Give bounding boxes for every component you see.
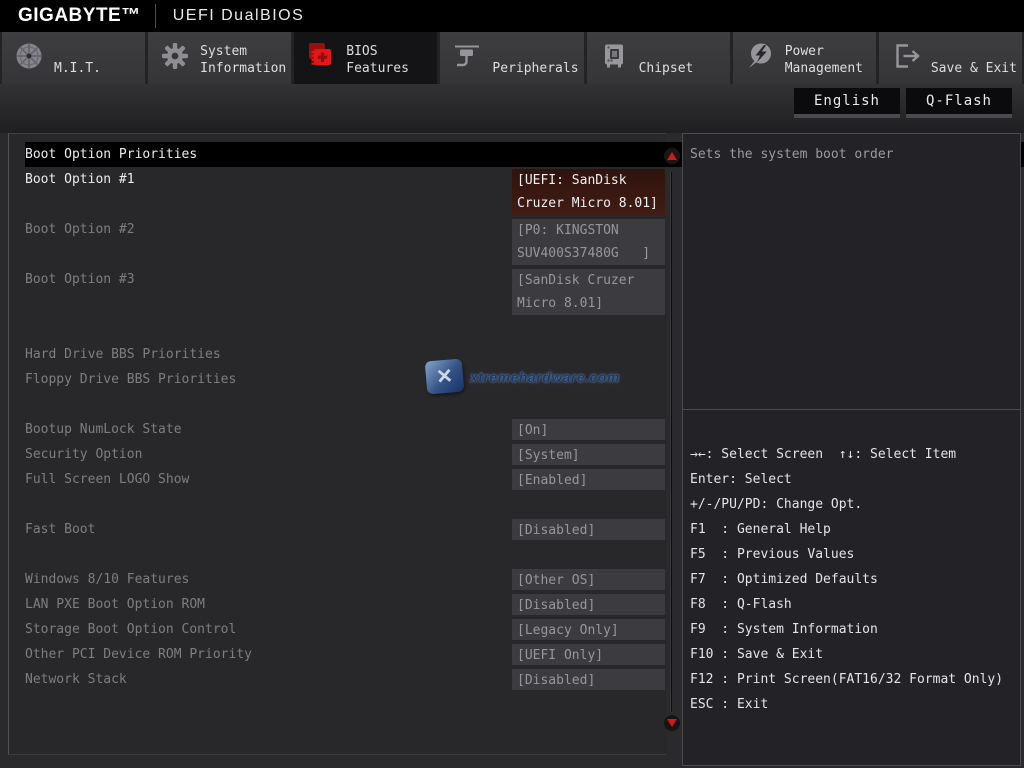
setting-row: Bootup NumLock State [On]: [9, 417, 666, 442]
gear-icon: [160, 41, 190, 71]
settings-panel: Boot Option PrioritiesBoot Option #1 [UEF…: [8, 133, 666, 755]
setting-label[interactable]: Fast Boot: [25, 517, 95, 542]
setting-value[interactable]: [UEFI Only]: [512, 644, 665, 665]
help-panel: Sets the system boot order →←: Select Sc…: [682, 133, 1021, 766]
tab-label: Power Management: [785, 43, 863, 77]
setting-row: Network Stack [Disabled]: [9, 667, 666, 692]
setting-label[interactable]: Hard Drive BBS Priorities: [25, 342, 221, 367]
setting-row: Fast Boot [Disabled]: [9, 517, 666, 542]
qflash-button[interactable]: Q-Flash: [906, 88, 1012, 118]
setting-value[interactable]: [UEFI: SanDisk Cruzer Micro 8.01]: [512, 169, 665, 215]
tab-label: Chipset: [639, 60, 694, 77]
tab-peripherals[interactable]: Peripherals: [440, 32, 583, 84]
tab-chipset[interactable]: Chipset: [587, 32, 730, 84]
bios-title: UEFI DualBIOS: [173, 7, 305, 25]
tab-label: BIOS Features: [346, 43, 409, 77]
save-exit-door-icon: [891, 41, 921, 71]
setting-label[interactable]: Network Stack: [25, 667, 127, 692]
tab-bios-features[interactable]: BIOS Features: [294, 32, 437, 84]
scrollbar-track[interactable]: [670, 172, 672, 712]
title-bar: GIGABYTE™ UEFI DualBIOS: [0, 0, 1024, 32]
setting-label[interactable]: Bootup NumLock State: [25, 417, 182, 442]
tab-system-information[interactable]: System Information: [148, 32, 291, 84]
setting-label[interactable]: Windows 8/10 Features: [25, 567, 189, 592]
setting-label[interactable]: Boot Option #1: [25, 167, 135, 192]
setting-value[interactable]: [Disabled]: [512, 519, 665, 540]
setting-value[interactable]: [Enabled]: [512, 469, 665, 490]
toolbar-strip: English Q-Flash: [0, 84, 1024, 133]
shortcut-line: F7 : Optimized Defaults: [690, 567, 1018, 592]
setting-row: Boot Option #2 [P0: KINGSTON SUV400S37480…: [9, 217, 666, 267]
tab-label: Peripherals: [492, 60, 578, 77]
language-button[interactable]: English: [794, 88, 900, 118]
setting-value[interactable]: [P0: KINGSTON SUV400S37480G ]: [512, 219, 665, 265]
shortcut-line: +/-/PU/PD: Change Opt.: [690, 492, 1018, 517]
setting-row: Floppy Drive BBS Priorities: [9, 367, 666, 392]
shortcut-line: F10 : Save & Exit: [690, 642, 1018, 667]
gigabyte-logo: GIGABYTE™: [18, 5, 141, 27]
header-divider: [155, 4, 156, 28]
setting-value[interactable]: [Other OS]: [512, 569, 665, 590]
shortcut-line: →←: Select Screen ↑↓: Select Item: [690, 442, 1018, 467]
setting-value[interactable]: [Legacy Only]: [512, 619, 665, 640]
setting-row: Boot Option #1 [UEFI: SanDisk Cruzer Micr…: [9, 167, 666, 217]
setting-row: Other PCI Device ROM Priority [UEFI Only]: [9, 642, 666, 667]
setting-label[interactable]: Boot Option #2: [25, 217, 135, 242]
setting-label[interactable]: Floppy Drive BBS Priorities: [25, 367, 236, 392]
shortcut-line: F5 : Previous Values: [690, 542, 1018, 567]
setting-row: Hard Drive BBS Priorities: [9, 342, 666, 367]
setting-row: Storage Boot Option Control [Legacy Only]: [9, 617, 666, 642]
row-spacer: [9, 542, 666, 567]
shortcut-line: F12 : Print Screen(FAT16/32 Format Only): [690, 667, 1018, 692]
shortcut-legend: →←: Select Screen ↑↓: Select ItemEnter: …: [690, 442, 1018, 717]
settings-rows: Boot Option PrioritiesBoot Option #1 [UEF…: [9, 142, 666, 692]
setting-label[interactable]: LAN PXE Boot Option ROM: [25, 592, 205, 617]
shortcut-line: ESC : Exit: [690, 692, 1018, 717]
setting-label[interactable]: Storage Boot Option Control: [25, 617, 236, 642]
setting-label[interactable]: Boot Option #3: [25, 267, 135, 292]
setting-label[interactable]: Other PCI Device ROM Priority: [25, 642, 252, 667]
mit-disc-icon: [14, 41, 44, 71]
shortcut-line: Enter: Select: [690, 467, 1018, 492]
row-spacer: [9, 492, 666, 517]
power-bolt-icon: [745, 41, 775, 71]
tab-bar: M.I.T. System Information: [0, 32, 1024, 84]
row-spacer: [9, 392, 666, 417]
setting-value[interactable]: [SanDisk Cruzer Micro 8.01]: [512, 269, 665, 315]
help-description: Sets the system boot order: [690, 142, 1014, 167]
tab-save-exit[interactable]: Save & Exit: [879, 32, 1022, 84]
setting-value[interactable]: [Disabled]: [512, 669, 665, 690]
setting-row: Windows 8/10 Features [Other OS]: [9, 567, 666, 592]
tab-label: M.I.T.: [54, 60, 101, 77]
scroll-down-arrow-icon[interactable]: [664, 715, 680, 731]
setting-label[interactable]: Security Option: [25, 442, 142, 467]
tab-mit[interactable]: M.I.T.: [2, 32, 145, 84]
shortcut-line: F9 : System Information: [690, 617, 1018, 642]
shortcut-line: F8 : Q-Flash: [690, 592, 1018, 617]
setting-row: Boot Option Priorities: [9, 142, 666, 167]
setting-row: Security Option [System]: [9, 442, 666, 467]
tab-label: Save & Exit: [931, 60, 1017, 77]
row-spacer: [9, 317, 666, 342]
tab-label: System Information: [200, 43, 286, 77]
setting-value[interactable]: [System]: [512, 444, 665, 465]
setting-value[interactable]: [On]: [512, 419, 665, 440]
bios-chips-icon: [306, 41, 336, 71]
tab-power-management[interactable]: Power Management: [733, 32, 876, 84]
shortcut-line: F1 : General Help: [690, 517, 1018, 542]
setting-value[interactable]: [Disabled]: [512, 594, 665, 615]
setting-row: Full Screen LOGO Show [Enabled]: [9, 467, 666, 492]
peripherals-plug-icon: [452, 41, 482, 71]
chipset-chip-icon: [599, 41, 629, 71]
setting-row: LAN PXE Boot Option ROM [Disabled]: [9, 592, 666, 617]
help-divider: [683, 409, 1020, 410]
scroll-up-arrow-icon[interactable]: [664, 148, 680, 164]
setting-label[interactable]: Full Screen LOGO Show: [25, 467, 189, 492]
setting-row: Boot Option #3 [SanDisk Cruzer Micro 8.01…: [9, 267, 666, 317]
